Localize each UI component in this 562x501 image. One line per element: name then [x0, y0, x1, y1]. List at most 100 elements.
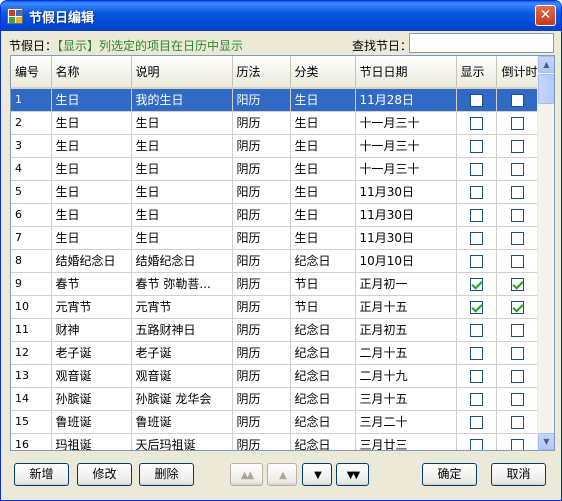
- close-button[interactable]: ✕: [535, 5, 556, 26]
- cell-desc[interactable]: 我的生日: [131, 88, 233, 112]
- cell-name[interactable]: 生日: [51, 226, 132, 250]
- cell-category[interactable]: 生日: [290, 111, 356, 135]
- cell-no[interactable]: 2: [11, 111, 52, 135]
- cell-calendar[interactable]: 阴历: [232, 111, 291, 135]
- countdown-checkbox[interactable]: [511, 323, 524, 337]
- show-checkbox[interactable]: [469, 116, 483, 130]
- cell-desc[interactable]: 生日: [131, 157, 233, 181]
- table-row[interactable]: 11 财神 五路财神日 阴历 纪念日 正月初五: [11, 318, 540, 342]
- scroll-down-arrow-icon[interactable]: ▼: [538, 433, 554, 450]
- cell-category[interactable]: 纪念日: [290, 387, 356, 411]
- cell-calendar[interactable]: 阳历: [232, 203, 291, 227]
- table-row[interactable]: 12 老子诞 老子诞 阴历 纪念日 二月十五: [11, 341, 540, 365]
- cell-date[interactable]: 11月30日: [355, 203, 457, 227]
- ok-button[interactable]: 确定: [422, 463, 477, 486]
- add-button[interactable]: 新增: [14, 463, 69, 486]
- show-checkbox[interactable]: [469, 208, 483, 222]
- cell-desc[interactable]: 鲁班诞: [131, 410, 233, 434]
- cell-desc[interactable]: 观音诞: [131, 364, 233, 388]
- move-up-button[interactable]: ▲: [267, 463, 297, 486]
- cell-name[interactable]: 观音诞: [51, 364, 132, 388]
- cell-calendar[interactable]: 阴历: [232, 410, 291, 434]
- col-header-show[interactable]: 显示: [456, 56, 497, 89]
- cell-desc[interactable]: 天后玛祖诞: [131, 433, 233, 450]
- table-row[interactable]: 9 春节 春节 弥勒菩... 阴历 节日 正月初一: [11, 272, 540, 296]
- cell-no[interactable]: 13: [11, 364, 52, 388]
- title-bar[interactable]: 节假日编辑 ✕: [1, 1, 561, 31]
- cell-date[interactable]: 十一月三十: [355, 157, 457, 181]
- cell-no[interactable]: 16: [11, 433, 52, 450]
- cell-desc[interactable]: 生日: [131, 226, 233, 250]
- table-row[interactable]: 5 生日 生日 阳历 生日 11月30日: [11, 180, 540, 204]
- cell-calendar[interactable]: 阴历: [232, 295, 291, 319]
- cell-desc[interactable]: 春节 弥勒菩...: [131, 272, 233, 296]
- cell-calendar[interactable]: 阴历: [232, 364, 291, 388]
- show-checkbox[interactable]: [469, 277, 483, 291]
- cell-date[interactable]: 正月初五: [355, 318, 457, 342]
- cell-no[interactable]: 15: [11, 410, 52, 434]
- show-checkbox[interactable]: [469, 231, 483, 245]
- countdown-checkbox[interactable]: [511, 208, 524, 222]
- cell-name[interactable]: 生日: [51, 180, 132, 204]
- table-row[interactable]: 15 鲁班诞 鲁班诞 阴历 纪念日 三月二十: [11, 410, 540, 434]
- cell-no[interactable]: 5: [11, 180, 52, 204]
- table-row[interactable]: 2 生日 生日 阴历 生日 十一月三十: [11, 111, 540, 135]
- col-header-desc[interactable]: 说明: [131, 56, 233, 89]
- cell-date[interactable]: 正月初一: [355, 272, 457, 296]
- cell-no[interactable]: 7: [11, 226, 52, 250]
- cell-no[interactable]: 1: [11, 88, 52, 112]
- cell-category[interactable]: 纪念日: [290, 433, 356, 450]
- table-row[interactable]: 14 孙膑诞 孙膑诞 龙华会 阴历 纪念日 三月十五: [11, 387, 540, 411]
- cell-name[interactable]: 生日: [51, 88, 132, 112]
- vertical-scrollbar[interactable]: ▲ ▼: [537, 56, 554, 450]
- cell-name[interactable]: 春节: [51, 272, 132, 296]
- table-row[interactable]: 6 生日 生日 阳历 生日 11月30日: [11, 203, 540, 227]
- cell-name[interactable]: 玛祖诞: [51, 433, 132, 450]
- cell-calendar[interactable]: 阴历: [232, 341, 291, 365]
- cell-calendar[interactable]: 阴历: [232, 433, 291, 450]
- table-row[interactable]: 7 生日 生日 阳历 生日 11月30日: [11, 226, 540, 250]
- cell-desc[interactable]: 元宵节: [131, 295, 233, 319]
- cell-desc[interactable]: 老子诞: [131, 341, 233, 365]
- table-row[interactable]: 4 生日 生日 阴历 生日 十一月三十: [11, 157, 540, 181]
- countdown-checkbox[interactable]: [511, 438, 524, 450]
- cell-calendar[interactable]: 阴历: [232, 387, 291, 411]
- col-header-category[interactable]: 分类: [290, 56, 356, 89]
- cell-category[interactable]: 生日: [290, 157, 356, 181]
- table-row[interactable]: 10 元宵节 元宵节 阴历 节日 正月十五: [11, 295, 540, 319]
- show-checkbox[interactable]: [469, 392, 483, 406]
- edit-button[interactable]: 修改: [77, 463, 132, 486]
- cell-date[interactable]: 三月廿三: [355, 433, 457, 450]
- table-row[interactable]: 8 结婚纪念日 结婚纪念日 阳历 纪念日 10月10日: [11, 249, 540, 273]
- table-row[interactable]: 1 生日 我的生日 阳历 生日 11月28日: [11, 88, 540, 112]
- show-checkbox[interactable]: [469, 139, 483, 153]
- countdown-checkbox[interactable]: [511, 116, 524, 130]
- cell-name[interactable]: 财神: [51, 318, 132, 342]
- show-checkbox[interactable]: [469, 323, 483, 337]
- cell-date[interactable]: 十一月三十: [355, 111, 457, 135]
- search-input[interactable]: [409, 33, 554, 53]
- show-checkbox[interactable]: [469, 185, 483, 199]
- show-checkbox[interactable]: [469, 300, 483, 314]
- scroll-up-arrow-icon[interactable]: ▲: [538, 56, 554, 73]
- cell-category[interactable]: 节日: [290, 295, 356, 319]
- cell-category[interactable]: 纪念日: [290, 364, 356, 388]
- countdown-checkbox[interactable]: [511, 231, 524, 245]
- cell-name[interactable]: 孙膑诞: [51, 387, 132, 411]
- cell-calendar[interactable]: 阴历: [232, 157, 291, 181]
- move-top-button[interactable]: ▲▲: [230, 463, 263, 486]
- show-checkbox[interactable]: [469, 369, 483, 383]
- cell-name[interactable]: 老子诞: [51, 341, 132, 365]
- cell-calendar[interactable]: 阴历: [232, 272, 291, 296]
- cell-desc[interactable]: 生日: [131, 134, 233, 158]
- cell-calendar[interactable]: 阴历: [232, 134, 291, 158]
- cell-no[interactable]: 14: [11, 387, 52, 411]
- cell-calendar[interactable]: 阴历: [232, 318, 291, 342]
- table-row[interactable]: 16 玛祖诞 天后玛祖诞 阴历 纪念日 三月廿三: [11, 433, 540, 450]
- cell-calendar[interactable]: 阳历: [232, 249, 291, 273]
- move-down-button[interactable]: ▼: [302, 463, 332, 486]
- cell-date[interactable]: 11月30日: [355, 226, 457, 250]
- cell-no[interactable]: 10: [11, 295, 52, 319]
- cell-calendar[interactable]: 阳历: [232, 226, 291, 250]
- cell-category[interactable]: 生日: [290, 134, 356, 158]
